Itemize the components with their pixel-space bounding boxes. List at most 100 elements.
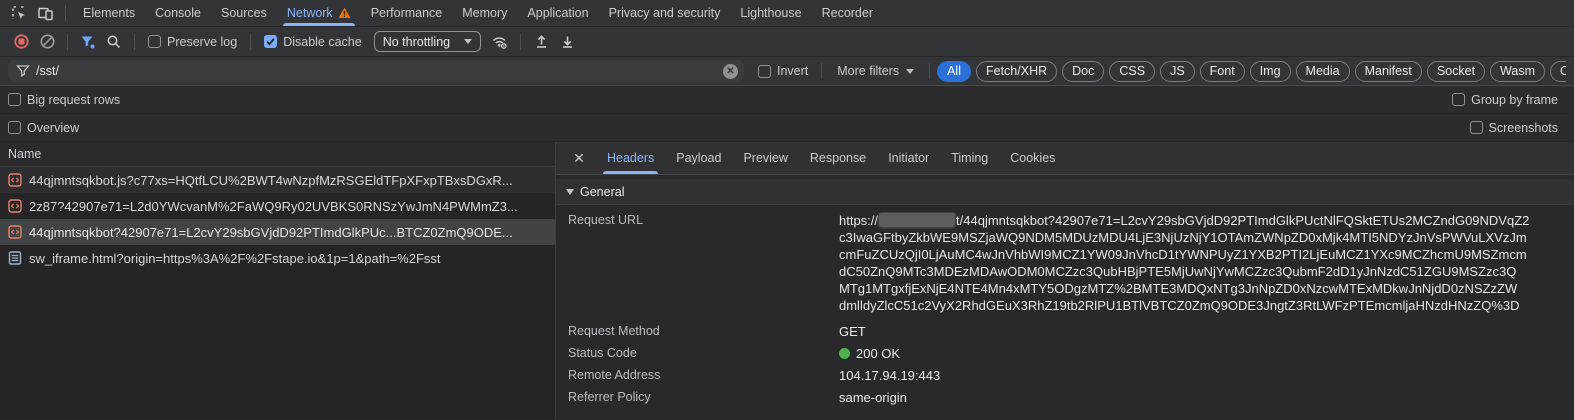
export-har-icon[interactable] — [554, 29, 580, 55]
tab-lighthouse[interactable]: Lighthouse — [730, 0, 811, 26]
request-row[interactable]: 2z87?42907e71=L2d0YWcvanM%2FaWQ9Ry02UVBK… — [0, 193, 555, 219]
clear-filter-icon[interactable]: ✕ — [723, 64, 738, 79]
tab-memory[interactable]: Memory — [452, 0, 517, 26]
record-network-log-button[interactable] — [8, 29, 34, 55]
request-name: 44qjmntsqkbot.js?c77xs=HQtfLCU%2BWT4wNzp… — [29, 173, 513, 188]
device-toolbar-icon[interactable] — [32, 0, 58, 26]
checkbox-unchecked[interactable] — [1470, 121, 1483, 134]
funnel-icon — [16, 64, 30, 78]
checkbox-unchecked[interactable] — [8, 121, 21, 134]
field-row-request-method: Request MethodGET — [556, 320, 1574, 342]
tab-console[interactable]: Console — [145, 0, 211, 26]
panel-tab-bar: ElementsConsoleSources Network Performance… — [0, 0, 1574, 27]
detail-tab-headers[interactable]: Headers — [596, 142, 665, 174]
detail-tabs: HeadersPayloadPreviewResponseInitiatorTi… — [596, 142, 1066, 174]
import-har-icon[interactable] — [528, 29, 554, 55]
name-column-label: Name — [8, 147, 41, 161]
detail-tab-initiator[interactable]: Initiator — [877, 142, 940, 174]
checkbox-unchecked[interactable] — [758, 65, 771, 78]
checkbox-unchecked[interactable] — [8, 93, 21, 106]
script-file-icon — [8, 199, 22, 213]
request-row[interactable]: sw_iframe.html?origin=https%3A%2F%2Fstap… — [0, 245, 555, 271]
name-column-header[interactable]: Name — [0, 142, 555, 167]
request-row[interactable]: 44qjmntsqkbot.js?c77xs=HQtfLCU%2BWT4wNzp… — [0, 167, 555, 193]
tab-privacy-and-security[interactable]: Privacy and security — [599, 0, 731, 26]
divider — [821, 63, 822, 79]
field-value: 200 OK — [839, 346, 1574, 361]
field-label: Remote Address — [556, 367, 839, 384]
tab-label: Memory — [462, 6, 507, 20]
tab-elements[interactable]: Elements — [73, 0, 145, 26]
screenshots-checkbox[interactable]: Screenshots — [1470, 121, 1558, 135]
overview-checkbox[interactable]: Overview — [8, 121, 79, 135]
close-icon[interactable]: ✕ — [566, 145, 592, 171]
checkbox-checked[interactable] — [264, 35, 277, 48]
group-by-frame-checkbox[interactable]: Group by frame — [1452, 93, 1558, 107]
filter-pill-fetch-xhr[interactable]: Fetch/XHR — [976, 61, 1057, 82]
filter-pill-doc[interactable]: Doc — [1062, 61, 1104, 82]
tab-sources[interactable]: Sources — [211, 0, 277, 26]
filter-pill-socket[interactable]: Socket — [1427, 61, 1485, 82]
url-line: MTg1MTgxfjExNjE4NTE4Mn4xMTY5ODgzMTZ%2BMT… — [839, 280, 1574, 297]
filter-pill-all[interactable]: All — [937, 61, 971, 82]
tab-label: Application — [527, 6, 588, 20]
disable-cache-checkbox[interactable]: Disable cache — [264, 35, 362, 49]
inspect-element-icon[interactable] — [6, 0, 32, 26]
request-rows: 44qjmntsqkbot.js?c77xs=HQtfLCU%2BWT4wNzp… — [0, 167, 555, 271]
tab-network[interactable]: Network — [277, 0, 361, 26]
checkbox-unchecked[interactable] — [1452, 93, 1465, 106]
filter-query-text[interactable]: /sst/ — [36, 64, 717, 78]
clear-network-log-button[interactable] — [34, 29, 60, 55]
general-section-header[interactable]: General — [556, 179, 1574, 205]
detail-tab-cookies[interactable]: Cookies — [999, 142, 1066, 174]
url-scheme: https:// — [839, 213, 878, 228]
request-list-pane: Name 44qjmntsqkbot.js?c77xs=HQtfLCU%2BWT… — [0, 142, 556, 419]
tab-recorder[interactable]: Recorder — [812, 0, 883, 26]
script-file-icon — [8, 225, 22, 239]
tab-label: Lighthouse — [740, 6, 801, 20]
detail-tab-preview[interactable]: Preview — [732, 142, 798, 174]
url-line-1-text: t/44qjmntsqkbot?42907e71=L2cvY29sbGVjdD9… — [956, 213, 1529, 228]
warning-icon — [338, 7, 351, 19]
filter-pill-css[interactable]: CSS — [1109, 61, 1155, 82]
filter-pill-other[interactable]: Other — [1550, 61, 1566, 82]
filter-pill-js[interactable]: JS — [1160, 61, 1195, 82]
script-file-icon — [8, 173, 22, 187]
url-line-1: https:// t/44qjmntsqkbot?42907e71=L2cvY29… — [839, 212, 1574, 229]
field-value-text: 104.17.94.19:443 — [839, 368, 940, 383]
filter-pill-manifest[interactable]: Manifest — [1355, 61, 1422, 82]
network-conditions-icon[interactable] — [487, 29, 513, 55]
general-fields: Request URL https://t/44qjmntsqkbot?4290… — [556, 205, 1574, 408]
tab-performance[interactable]: Performance — [361, 0, 453, 26]
request-row[interactable]: 44qjmntsqkbot?42907e71=L2cvY29sbGVjdD92P… — [0, 219, 555, 245]
detail-tab-response[interactable]: Response — [799, 142, 877, 174]
filter-input[interactable]: /sst/ ✕ — [8, 60, 744, 82]
field-value-text: 200 OK — [856, 346, 900, 361]
options-row-1: Big request rows Group by frame — [0, 86, 1574, 114]
filter-pill-img[interactable]: Img — [1250, 61, 1291, 82]
tab-label: Recorder — [822, 6, 873, 20]
detail-tab-timing[interactable]: Timing — [940, 142, 999, 174]
filter-pill-media[interactable]: Media — [1296, 61, 1350, 82]
tab-application[interactable]: Application — [517, 0, 598, 26]
detail-tab-payload[interactable]: Payload — [665, 142, 732, 174]
more-filters-button[interactable]: More filters — [837, 64, 914, 78]
filter-pill-font[interactable]: Font — [1200, 61, 1245, 82]
status-green-icon — [839, 348, 850, 359]
checkbox-unchecked[interactable] — [148, 35, 161, 48]
tab-label: Performance — [371, 6, 443, 20]
invert-checkbox[interactable]: Invert — [758, 64, 808, 78]
filter-icon[interactable] — [75, 29, 101, 55]
tab-label: Network — [287, 6, 333, 20]
options-row-2: Overview Screenshots — [0, 114, 1574, 142]
filter-pill-wasm[interactable]: Wasm — [1490, 61, 1545, 82]
url-line: dmlldyZlcC51c2VyX2RhdGEuX3RhZ19tb2RlPU1B… — [839, 297, 1574, 314]
request-url-value[interactable]: https:// t/44qjmntsqkbot?42907e71=L2cvY29… — [839, 212, 1574, 314]
big-request-rows-label: Big request rows — [27, 93, 120, 107]
redacted-host — [879, 213, 955, 227]
preserve-log-checkbox[interactable]: Preserve log — [148, 35, 237, 49]
big-request-rows-checkbox[interactable]: Big request rows — [8, 93, 120, 107]
search-icon[interactable] — [101, 29, 127, 55]
request-url-row: Request URL https://t/44qjmntsqkbot?4290… — [556, 212, 1574, 314]
throttling-dropdown[interactable]: No throttling — [374, 31, 481, 52]
